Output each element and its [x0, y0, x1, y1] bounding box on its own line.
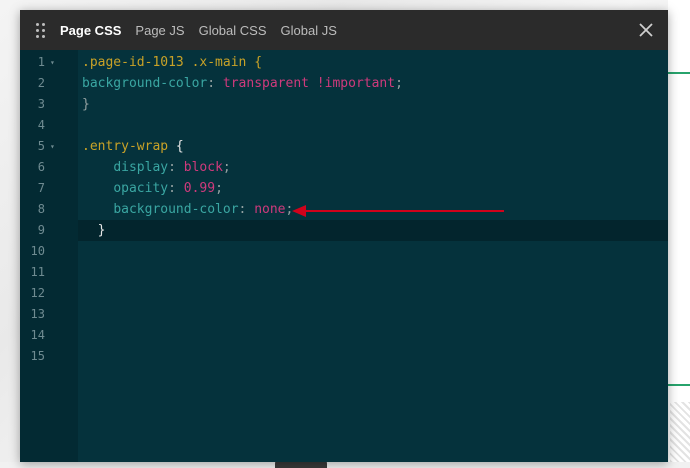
css-brace: { [175, 139, 184, 154]
css-colon: : [168, 160, 176, 175]
fold-arrow-icon[interactable]: ▾ [50, 52, 55, 73]
line-number: 13 [30, 307, 45, 321]
css-colon: : [207, 76, 216, 91]
modal-header: Page CSS Page JS Global CSS Global JS [20, 10, 668, 50]
css-colon: : [238, 202, 247, 217]
fold-arrow-icon[interactable]: ▾ [50, 136, 55, 157]
code-line: 13 [20, 304, 668, 325]
code-line: 5 ▾ .entry-wrap { [20, 136, 668, 157]
css-selector: .page-id-1013 .x-main [82, 55, 247, 70]
line-number: 3 [37, 97, 45, 111]
background-green-rule [668, 384, 690, 386]
code-editor-modal: Page CSS Page JS Global CSS Global JS 1 … [20, 10, 668, 462]
code-line: 6 display: block; [20, 157, 668, 178]
css-semicolon: ; [222, 160, 231, 175]
line-number: 5 [37, 139, 45, 153]
line-number: 6 [37, 160, 45, 174]
css-colon: : [168, 181, 176, 196]
line-number: 7 [37, 181, 45, 195]
code-line: 11 [20, 262, 668, 283]
tab-bar: Page CSS Page JS Global CSS Global JS [60, 10, 351, 50]
css-semicolon: ; [215, 181, 223, 196]
css-brace: } [97, 223, 106, 238]
code-editor[interactable]: 1 ▾ .page-id-1013 .x-main { 2 background… [20, 50, 668, 462]
line-number: 9 [37, 223, 45, 237]
code-line: 1 ▾ .page-id-1013 .x-main { [20, 52, 668, 73]
css-value: none [254, 202, 286, 217]
css-value: 0.99 [183, 181, 216, 196]
css-property: opacity [113, 181, 169, 196]
drag-handle-icon[interactable] [20, 10, 60, 50]
css-property: background-color [113, 202, 239, 217]
css-property: background-color [82, 76, 208, 91]
tab-page-js[interactable]: Page JS [135, 23, 184, 38]
line-number: 15 [30, 349, 45, 363]
code-line: 12 [20, 283, 668, 304]
code-line: 15 [20, 346, 668, 367]
close-icon[interactable] [636, 20, 656, 40]
line-number: 8 [37, 202, 45, 216]
line-number: 12 [30, 286, 45, 300]
css-value: transparent !important [222, 76, 396, 91]
code-line-active: 9 } [20, 220, 668, 241]
code-line: 2 background-color: transparent !importa… [20, 73, 668, 94]
css-property: display [113, 160, 169, 175]
line-number: 11 [30, 265, 45, 279]
line-number: 4 [37, 118, 45, 132]
tab-global-css[interactable]: Global CSS [199, 23, 267, 38]
css-brace: { [254, 55, 263, 70]
css-semicolon: ; [395, 76, 403, 91]
code-line: 4 [20, 115, 668, 136]
css-value: block [183, 160, 223, 175]
background-hatch [670, 402, 690, 462]
css-selector: .entry-wrap [82, 139, 169, 154]
code-line: 3 } [20, 94, 668, 115]
tab-global-js[interactable]: Global JS [281, 23, 337, 38]
tab-page-css[interactable]: Page CSS [60, 23, 121, 38]
line-number: 10 [30, 244, 45, 258]
line-number: 14 [30, 328, 45, 342]
background-green-rule [668, 72, 690, 74]
css-brace: } [82, 97, 90, 112]
red-arrow-icon [292, 205, 504, 217]
code-line: 14 [20, 325, 668, 346]
code-line: 10 [20, 241, 668, 262]
code-line: 7 opacity: 0.99; [20, 178, 668, 199]
line-number: 2 [37, 76, 45, 90]
background-page-edge [668, 0, 690, 462]
line-number: 1 [37, 55, 45, 69]
